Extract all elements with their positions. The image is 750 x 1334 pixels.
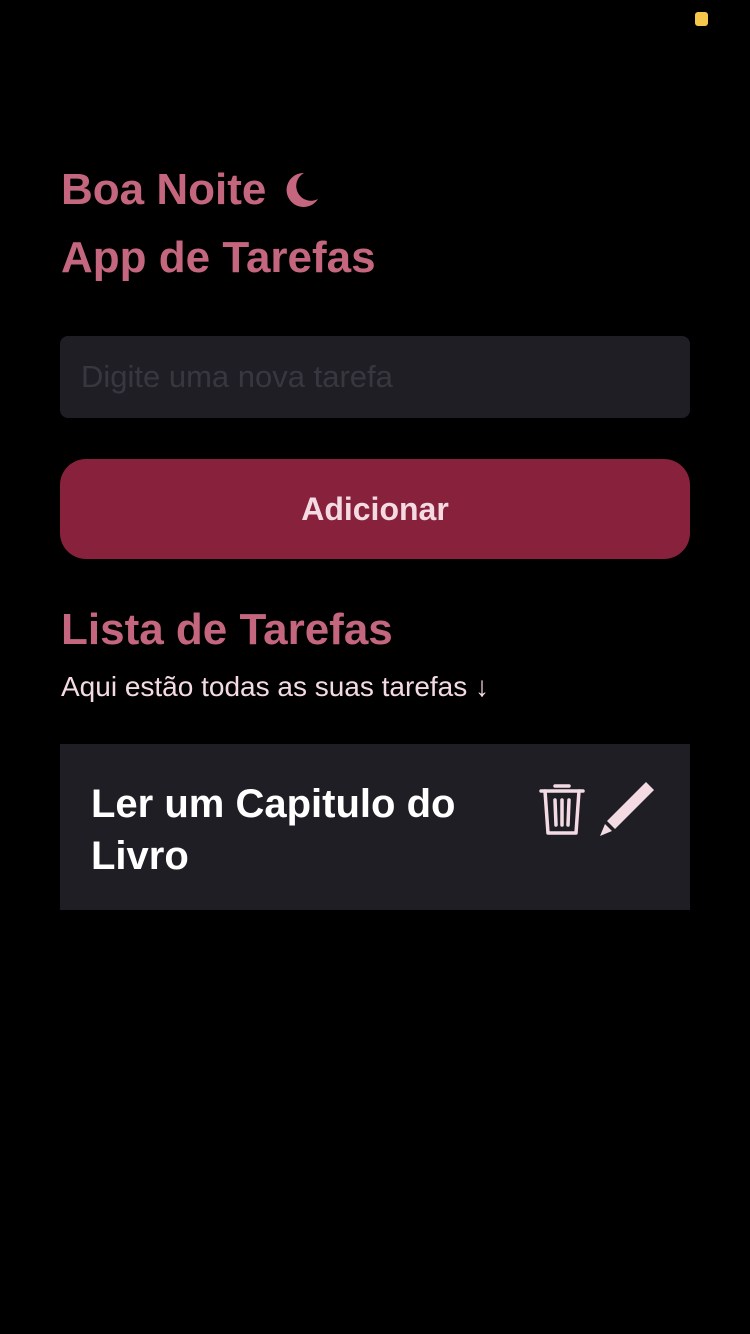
- task-item-text: Ler um Capitulo do Livro: [91, 782, 456, 878]
- status-indicator: [695, 12, 708, 26]
- moon-icon: [280, 170, 320, 210]
- greeting-text: Boa Noite: [61, 165, 267, 214]
- task-item: Ler um Capitulo do Livro: [60, 744, 690, 910]
- app-title: App de Tarefas: [61, 233, 376, 282]
- list-title: Lista de Tarefas: [61, 605, 393, 654]
- add-task-button[interactable]: Adicionar: [60, 459, 690, 559]
- greeting-row: Boa Noite: [61, 164, 320, 216]
- trash-icon[interactable]: [539, 780, 585, 836]
- new-task-input[interactable]: [60, 336, 690, 418]
- pencil-icon[interactable]: [598, 780, 656, 838]
- list-subtitle: Aqui estão todas as suas tarefas ↓: [61, 671, 490, 702]
